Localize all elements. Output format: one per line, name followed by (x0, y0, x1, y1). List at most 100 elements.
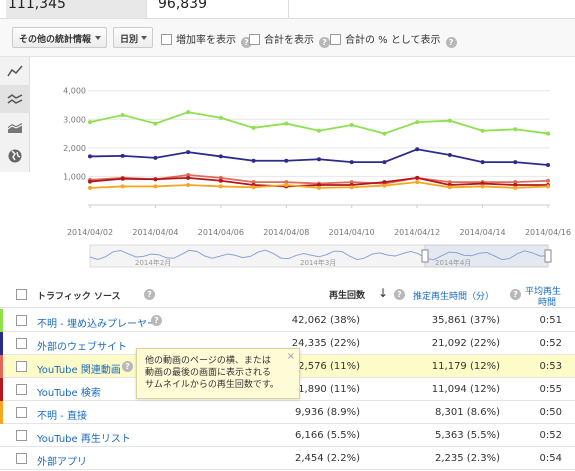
area-chart-tab[interactable] (0, 113, 30, 141)
data-point (120, 184, 125, 189)
traffic-source-link[interactable]: 不明 - 直接 (37, 407, 87, 422)
navigator-month-label: 2014年2月 (135, 258, 171, 267)
row-checkbox[interactable] (16, 338, 27, 349)
views-value: 6,166 (5.5%) (294, 430, 360, 441)
data-point (120, 153, 125, 158)
source-column-header[interactable]: トラフィック ソース (37, 289, 121, 302)
traffic-source-link[interactable]: 外部のウェブサイト (37, 338, 127, 353)
data-point (513, 160, 518, 165)
other-stats-dropdown[interactable]: その他の統計情報 (12, 27, 107, 48)
data-point (317, 157, 321, 162)
data-point (513, 127, 518, 132)
data-point (218, 115, 223, 120)
traffic-source-link[interactable]: 外部アプリ (37, 453, 87, 468)
table-row[interactable]: 外部アプリ 2,454 (2.2%) 2,235 (2.3%) 0:54 (0, 447, 575, 470)
row-checkbox[interactable] (16, 384, 27, 395)
watch-time-value: 2,235 (2.3%) (434, 453, 500, 464)
map-chart-tab[interactable] (0, 141, 30, 169)
table-row[interactable]: 不明 - 直接 9,936 (8.9%) 8,301 (8.6%) 0:50 (0, 401, 575, 424)
row-checkbox[interactable] (16, 453, 27, 464)
data-point (349, 123, 354, 127)
metric-value-1[interactable]: 111,345 (6, 0, 146, 18)
data-point (88, 179, 92, 184)
show-percent-checkbox[interactable] (330, 34, 341, 45)
navigator-month-label: 2014年4月 (435, 258, 471, 267)
views-column-header[interactable]: 再生回数 (329, 288, 365, 301)
table-row[interactable]: 不明 - 埋め込みプレーヤー? 42,062 (38%) 35,861 (37%) 0… (0, 309, 575, 332)
row-checkbox[interactable] (16, 361, 27, 372)
data-point (153, 177, 158, 182)
range-handle (421, 249, 429, 263)
help-icon[interactable]: ? (319, 37, 330, 48)
chevron-down-icon (141, 36, 147, 40)
show-total-option[interactable]: 合計を表示? (249, 31, 330, 48)
data-point (349, 185, 354, 190)
traffic-source-link[interactable]: YouTube 検索 (37, 384, 101, 399)
metric-value-2[interactable]: 96,839 (158, 0, 288, 18)
data-point (480, 184, 485, 189)
metric-divider (146, 0, 147, 19)
x-tick-label: 2014/04/14 (460, 228, 506, 237)
data-point (218, 178, 223, 183)
show-percent-option[interactable]: 合計の % として表示? (330, 31, 457, 48)
data-point (186, 150, 191, 155)
data-point (120, 113, 125, 117)
data-point (546, 163, 550, 167)
help-icon[interactable]: ? (510, 289, 521, 300)
row-checkbox[interactable] (16, 430, 27, 441)
data-point (88, 154, 92, 159)
data-point (186, 175, 191, 180)
series-color-stripe (0, 401, 3, 424)
help-icon[interactable]: ? (151, 315, 162, 326)
line-chart-tab[interactable] (0, 57, 30, 85)
help-icon[interactable]: ? (445, 37, 457, 48)
data-point (317, 185, 321, 190)
row-checkbox[interactable] (16, 407, 27, 418)
help-icon[interactable]: ? (144, 289, 155, 300)
traffic-line-chart[interactable]: 1,000 2,000 3,000 4,000 2014/04/02 2014/04/04… (30, 57, 575, 272)
traffic-source-link[interactable]: 不明 - 埋め込みプレーヤー (37, 315, 157, 330)
data-point (382, 131, 387, 136)
watch-time-column-header[interactable]: 推定再生時間（分） (413, 289, 494, 302)
data-point (415, 147, 420, 152)
chart-type-tabs (0, 57, 30, 172)
avg-duration-column-header-line2[interactable]: 時間 (538, 295, 556, 308)
chart-toolbar: その他の統計情報 日別 増加率を表示? 合計を表示? 合計の % として表示? (0, 19, 575, 57)
multi-line-chart-tab[interactable] (0, 85, 30, 113)
show-growth-option[interactable]: 増加率を表示? (161, 31, 252, 48)
series-color-stripe (0, 332, 3, 355)
show-total-label: 合計を表示 (264, 35, 314, 46)
data-point (480, 128, 485, 133)
traffic-source-link[interactable]: YouTube 関連動画 (37, 361, 121, 376)
row-checkbox[interactable] (16, 315, 27, 326)
data-point (284, 183, 289, 187)
data-point (153, 184, 158, 189)
data-point (284, 121, 289, 126)
x-tick-label: 2014/04/12 (394, 228, 440, 237)
period-dropdown[interactable]: 日別 (113, 27, 153, 48)
help-icon[interactable]: ? (394, 289, 405, 300)
show-growth-label: 増加率を表示 (176, 35, 236, 46)
traffic-source-link[interactable]: YouTube 再生リスト (37, 430, 131, 445)
close-icon[interactable]: × (287, 351, 295, 363)
x-tick-label: 2014/04/16 (525, 228, 571, 237)
series-color-stripe (0, 355, 3, 378)
data-point (546, 184, 550, 189)
select-all-checkbox[interactable] (16, 289, 27, 300)
sort-down-arrow-icon[interactable]: ↓ (378, 286, 388, 300)
show-total-checkbox[interactable] (249, 34, 260, 45)
data-point (447, 118, 452, 123)
help-icon[interactable]: ? (122, 361, 133, 372)
watch-time-value: 11,094 (12%) (431, 384, 500, 395)
watch-time-value: 21,092 (22%) (431, 338, 500, 349)
data-point (447, 185, 452, 190)
data-point (120, 176, 125, 181)
table-row[interactable]: YouTube 再生リスト 6,166 (5.5%) 5,363 (5.5%) 0:5… (0, 424, 575, 447)
views-value: 9,936 (8.9%) (294, 407, 360, 418)
show-growth-checkbox[interactable] (161, 34, 172, 45)
tooltip-text: 他の動画のページの横、または動画の最後の画面に表示されるサムネイルからの再生回数… (145, 356, 279, 390)
y-tick-label: 4,000 (63, 87, 86, 96)
data-point (546, 178, 550, 183)
globe-icon (8, 149, 22, 163)
avg-duration-value: 0:51 (539, 315, 562, 326)
